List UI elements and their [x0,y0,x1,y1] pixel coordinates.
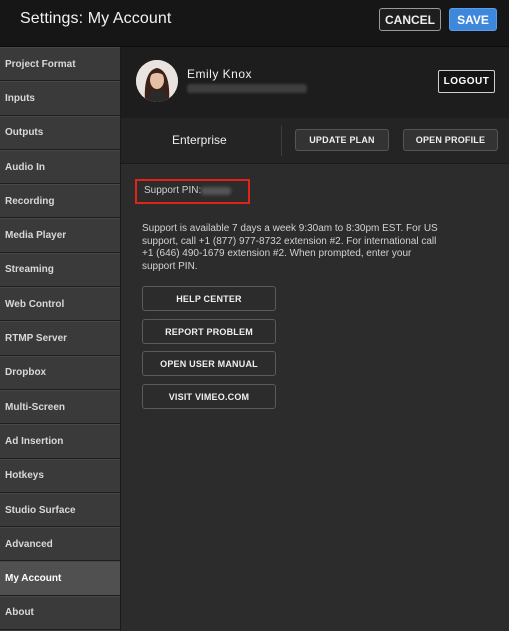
title-bar: Settings: My Account CANCEL SAVE [0,0,509,47]
open-profile-button[interactable]: OPEN PROFILE [403,129,498,151]
sidebar-item-label: Dropbox [5,367,47,379]
sidebar-item-label: My Account [5,573,62,585]
sidebar-item-rtmp-server[interactable]: RTMP Server [0,321,120,356]
sidebar-item-audio-in[interactable]: Audio In [0,149,120,185]
support-info-text: Support is available 7 days a week 9:30a… [142,223,438,272]
sidebar-item-project-format[interactable]: Project Format [0,47,120,82]
support-pin-label: Support PIN: [144,185,202,196]
sidebar-item-label: Multi-Screen [5,401,66,413]
sidebar-item-label: Audio In [5,161,45,173]
sidebar-item-dropbox[interactable]: Dropbox [0,355,120,390]
plan-row: Enterprise UPDATE PLAN OPEN PROFILE [121,118,509,164]
sidebar-item-multi-screen[interactable]: Multi-Screen [0,389,120,425]
report-problem-button[interactable]: REPORT PROBLEM [142,319,276,344]
update-plan-button[interactable]: UPDATE PLAN [295,129,389,151]
sidebar-item-label: RTMP Server [5,333,68,345]
sidebar-item-about[interactable]: About [0,595,120,631]
sidebar-item-label: Inputs [5,92,35,104]
help-center-button[interactable]: HELP CENTER [142,286,276,311]
sidebar-item-label: Studio Surface [5,504,76,516]
sidebar-item-advanced[interactable]: Advanced [0,527,120,562]
avatar [136,60,178,102]
sidebar-item-media-player[interactable]: Media Player [0,218,120,253]
save-button[interactable]: SAVE [449,8,497,31]
settings-sidebar: Project Format Inputs Outputs Audio In R… [0,47,121,631]
account-panel: Emily Knox LOGOUT Enterprise UPDATE PLAN… [121,47,509,631]
sidebar-item-hotkeys[interactable]: Hotkeys [0,458,120,493]
cancel-button[interactable]: CANCEL [379,8,441,31]
user-email-redacted [187,84,307,93]
sidebar-item-label: Hotkeys [5,470,44,482]
plan-name: Enterprise [172,133,227,147]
visit-vimeo-button[interactable]: VISIT VIMEO.COM [142,384,276,409]
sidebar-item-outputs[interactable]: Outputs [0,115,120,150]
settings-window: Settings: My Account CANCEL SAVE Project… [0,0,509,631]
user-name: Emily Knox [187,67,253,81]
sidebar-item-label: Project Format [5,58,76,70]
sidebar-item-ad-insertion[interactable]: Ad Insertion [0,424,120,459]
sidebar-item-inputs[interactable]: Inputs [0,81,120,116]
support-pin-redacted [201,187,231,195]
sidebar-item-label: About [5,607,34,619]
sidebar-item-label: Web Control [5,298,65,310]
sidebar-item-label: Recording [5,195,55,207]
sidebar-item-label: Media Player [5,230,67,242]
logout-button[interactable]: LOGOUT [438,70,495,93]
sidebar-item-label: Ad Insertion [5,435,64,447]
sidebar-item-streaming[interactable]: Streaming [0,252,120,288]
sidebar-item-recording[interactable]: Recording [0,184,120,219]
divider [281,126,282,156]
open-user-manual-button[interactable]: OPEN USER MANUAL [142,351,276,376]
sidebar-item-my-account[interactable]: My Account [0,561,120,596]
support-pin-box: Support PIN: [135,179,250,204]
sidebar-item-label: Outputs [5,127,44,139]
account-header: Emily Knox LOGOUT [121,47,509,118]
page-title: Settings: My Account [20,10,172,27]
sidebar-item-label: Streaming [5,264,54,276]
sidebar-item-label: Advanced [5,538,53,550]
sidebar-item-studio-surface[interactable]: Studio Surface [0,492,120,528]
user-photo-icon [136,60,178,102]
sidebar-item-web-control[interactable]: Web Control [0,287,120,322]
